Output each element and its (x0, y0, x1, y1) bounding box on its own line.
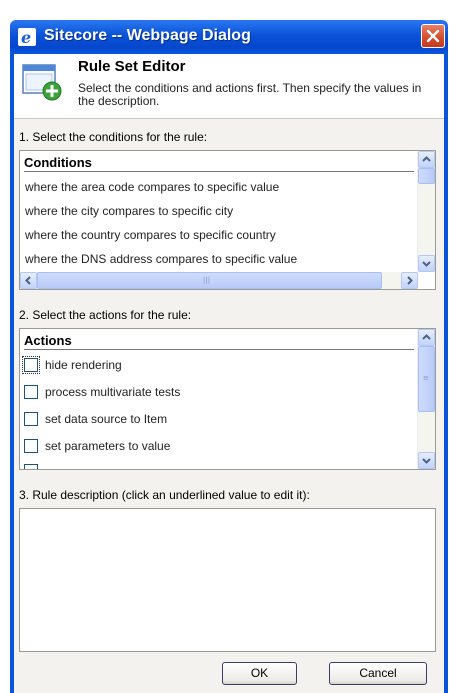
ok-button[interactable]: OK (222, 662, 297, 685)
scroll-down-button[interactable] (418, 452, 435, 469)
conditions-label: 1. Select the conditions for the rule: (19, 130, 208, 144)
close-icon (426, 29, 440, 43)
scroll-left-button[interactable] (20, 272, 37, 289)
window-title: Sitecore -- Webpage Dialog (44, 27, 251, 44)
description-label: 3. Rule description (click an underlined… (19, 488, 310, 502)
scroll-down-button[interactable] (418, 255, 435, 272)
close-button[interactable] (421, 24, 445, 48)
conditions-header: Conditions (24, 155, 414, 172)
chevron-down-icon (422, 458, 431, 464)
header-description: Select the conditions and actions first.… (78, 81, 422, 108)
rule-description-area[interactable] (19, 508, 436, 652)
action-checkbox[interactable] (24, 463, 38, 469)
action-label: hide rendering (45, 357, 122, 372)
title-bar[interactable]: e Sitecore -- Webpage Dialog (10, 20, 448, 54)
action-item-partial[interactable] (24, 463, 45, 469)
action-item[interactable]: set parameters to value (24, 438, 170, 453)
condition-item[interactable]: where the country compares to specific c… (25, 228, 276, 242)
condition-item[interactable]: where the DNS address compares to specif… (25, 252, 297, 266)
chevron-up-icon (422, 156, 431, 162)
action-item[interactable]: set data source to Item (24, 411, 167, 426)
scroll-up-button[interactable] (418, 329, 435, 346)
rule-editor-icon (22, 64, 62, 101)
conditions-vertical-scrollbar[interactable] (417, 151, 435, 272)
chevron-left-icon (25, 276, 31, 285)
chevron-down-icon (422, 261, 431, 267)
action-checkbox[interactable] (24, 438, 38, 453)
dialog-header: Rule Set Editor Select the conditions an… (14, 54, 444, 119)
conditions-horizontal-scrollbar[interactable]: ||| (20, 272, 418, 289)
action-label: set data source to Item (45, 411, 168, 426)
scroll-thumb[interactable]: ||| (37, 272, 382, 289)
cancel-button[interactable]: Cancel (329, 662, 427, 685)
dialog-content: Rule Set Editor Select the conditions an… (14, 54, 444, 693)
chevron-right-icon (407, 276, 413, 285)
actions-header: Actions (24, 333, 414, 350)
scroll-right-button[interactable] (401, 272, 418, 289)
action-label: process multivariate tests (45, 384, 181, 399)
actions-label: 2. Select the actions for the rule: (19, 308, 192, 322)
scroll-thumb[interactable] (418, 168, 435, 184)
dialog-window: e Sitecore -- Webpage Dialog Rule Set Ed… (0, 0, 449, 693)
condition-item[interactable]: where the city compares to specific city (25, 204, 233, 218)
window-border-right (444, 54, 448, 693)
actions-list[interactable]: Actions hide rendering process multivari… (19, 328, 436, 470)
actions-vertical-scrollbar[interactable]: ≡ (417, 329, 435, 469)
chevron-up-icon (422, 334, 431, 340)
action-checkbox[interactable] (24, 411, 38, 426)
action-item[interactable]: process multivariate tests (24, 384, 180, 399)
action-label: set parameters to value (45, 438, 171, 453)
scroll-thumb[interactable]: ≡ (418, 346, 435, 412)
condition-item[interactable]: where the area code compares to specific… (25, 180, 279, 194)
action-item[interactable]: hide rendering (22, 355, 122, 374)
ie-icon: e (18, 28, 36, 46)
svg-text:e: e (21, 28, 31, 46)
conditions-list[interactable]: Conditions where the area code compares … (19, 150, 436, 290)
scroll-up-button[interactable] (418, 151, 435, 168)
header-title: Rule Set Editor (78, 58, 186, 75)
action-checkbox[interactable] (22, 355, 40, 374)
action-checkbox[interactable] (24, 384, 38, 399)
